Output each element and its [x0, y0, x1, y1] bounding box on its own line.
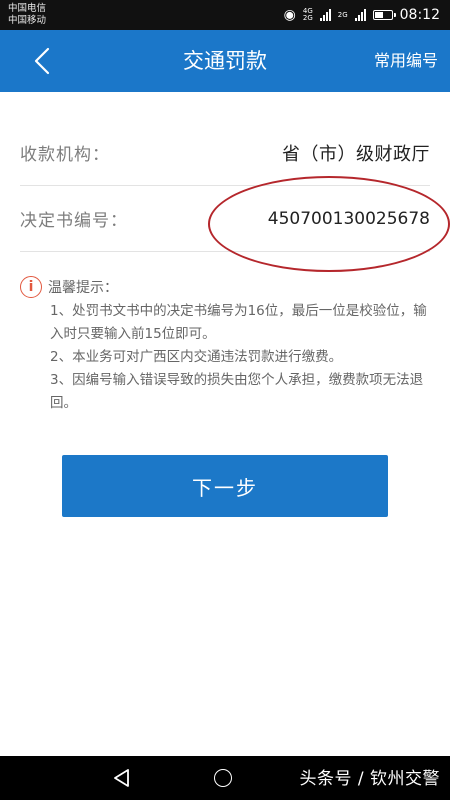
decision-number-row: 决定书编号： [20, 186, 430, 252]
decision-number-input[interactable] [200, 208, 430, 229]
carrier-1: 中国电信 [8, 3, 47, 14]
tips-title: 温馨提示： [48, 280, 118, 296]
agency-label: 收款机构： [20, 145, 110, 165]
tip-item: 1、处罚书文书中的决定书编号为16位，最后一位是校验位，输入时只要输入前15位即… [50, 303, 427, 342]
common-numbers-button[interactable]: 常用编号 [374, 30, 438, 92]
nav-home-icon[interactable] [214, 769, 232, 787]
next-step-button[interactable]: 下一步 [62, 455, 388, 517]
eye-icon: ◉ [283, 7, 296, 23]
network-type-1: 4G 2G [302, 7, 313, 22]
network-type-2: 2G [337, 10, 348, 19]
tips-header: i 温馨提示： [20, 274, 430, 300]
status-bar: 中国电信 中国移动 ◉ 4G 2G 2G 08:12 [0, 0, 450, 30]
carrier-info: 中国电信 中国移动 [8, 3, 46, 27]
agency-row: 收款机构： 省（市）级财政厅 [20, 120, 430, 186]
nav-back-icon[interactable] [112, 768, 132, 788]
app-header: 交通罚款 常用编号 [0, 30, 450, 92]
status-icons: ◉ 4G 2G 2G 08:12 [284, 0, 440, 30]
signal-icon-2 [354, 9, 366, 21]
tip-item: 3、因编号输入错误导致的损失由您个人承担，缴费款项无法退回。 [50, 372, 424, 411]
watermark: 头条号 / 钦州交警 [299, 769, 440, 789]
clock: 08:12 [399, 7, 440, 23]
back-button[interactable] [22, 40, 62, 82]
chevron-left-icon [34, 47, 50, 75]
battery-icon [372, 10, 396, 20]
signal-icon-1 [319, 9, 331, 21]
tip-item: 2、本业务可对广西区内交通违法罚款进行缴费。 [50, 349, 343, 365]
battery-level [374, 12, 383, 18]
agency-value: 省（市）级财政厅 [282, 143, 430, 165]
tips-section: i 温馨提示： 1、处罚书文书中的决定书编号为16位，最后一位是校验位，输入时只… [20, 274, 430, 415]
decision-number-label: 决定书编号： [20, 211, 128, 231]
system-nav-bar: 头条号 / 钦州交警 [0, 756, 450, 800]
info-icon: i [20, 276, 42, 298]
carrier-2: 中国移动 [8, 15, 47, 26]
